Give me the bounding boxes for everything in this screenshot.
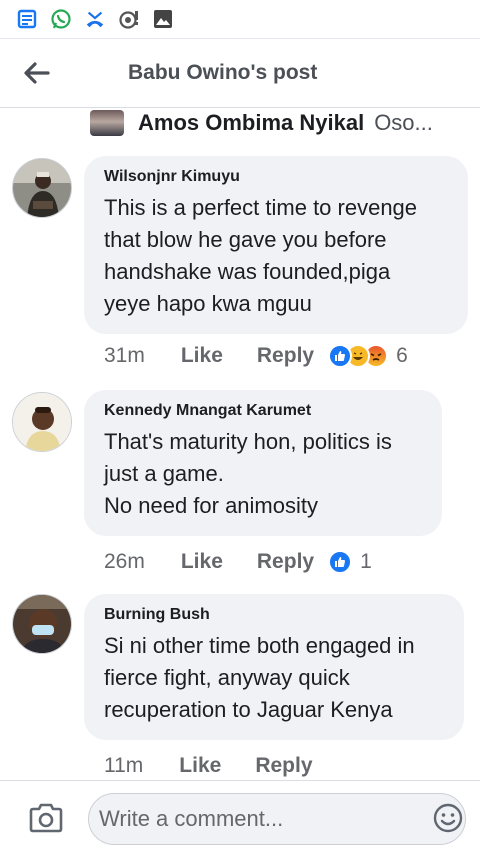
like-button[interactable]: Like (181, 550, 223, 574)
like-reaction-icon (328, 550, 353, 574)
comment-timestamp: 11m (104, 754, 144, 777)
comment-input[interactable]: Write a comment... (88, 793, 466, 845)
reactions-summary[interactable]: 6 (328, 344, 408, 368)
comment-bubble: Burning Bush Si ni other time both engag… (84, 594, 464, 740)
comment-author[interactable]: Kennedy Mnangat Karumet (104, 402, 422, 420)
avatar[interactable] (12, 594, 72, 654)
smiley-icon (433, 803, 463, 833)
comment-composer: Write a comment... (0, 780, 480, 854)
comments-list: Amos Ombima Nyikal Oso... Wilsonjnr Kimu… (0, 108, 480, 780)
reply-button[interactable]: Reply (257, 550, 314, 574)
reply-text: Oso... (374, 110, 433, 135)
comment-actions: 31m Like Reply 6 (104, 344, 408, 368)
comment-bubble: Kennedy Mnangat Karumet That's maturity … (84, 390, 442, 536)
comment-timestamp: 31m (104, 344, 145, 367)
avatar (90, 110, 124, 136)
camera-button[interactable] (24, 796, 68, 840)
like-button[interactable]: Like (181, 344, 223, 368)
reaction-count: 6 (396, 344, 408, 367)
avatar[interactable] (12, 158, 72, 218)
hotspot-icon (118, 8, 140, 30)
emoji-button[interactable] (432, 802, 464, 834)
camera-icon (29, 803, 63, 832)
comment-text: Si ni other time both engaged in fierce … (104, 633, 415, 722)
reply-author-name: Amos Ombima Nyikal (138, 110, 365, 135)
top-app-bar: Babu Owino's post (0, 38, 480, 108)
reply-preview[interactable]: Amos Ombima Nyikal Oso... (90, 108, 433, 138)
whatsapp-icon (50, 8, 72, 30)
like-reaction-icon (328, 344, 353, 368)
comment-author[interactable]: Wilsonjnr Kimuyu (104, 168, 448, 186)
reply-button[interactable]: Reply (255, 754, 312, 778)
comment-bubble: Wilsonjnr Kimuyu This is a perfect time … (84, 156, 468, 334)
arrow-left-icon (24, 62, 50, 84)
comment-timestamp: 26m (104, 550, 145, 573)
comment-author[interactable]: Burning Bush (104, 606, 444, 624)
comment-actions: 11m Like Reply (104, 754, 313, 778)
comment-actions: 26m Like Reply 1 (104, 550, 372, 574)
reply-button[interactable]: Reply (257, 344, 314, 368)
back-button[interactable] (6, 43, 66, 103)
missed-call-icon (84, 8, 106, 30)
like-button[interactable]: Like (179, 754, 221, 778)
avatar[interactable] (12, 392, 72, 452)
page-title: Babu Owino's post (128, 61, 318, 84)
reactions-summary[interactable]: 1 (328, 550, 372, 574)
gallery-icon (152, 8, 174, 30)
news-icon (16, 8, 38, 30)
comment-text: That's maturity hon, politics is just a … (104, 429, 392, 518)
status-bar (0, 0, 480, 38)
comment-text: This is a perfect time to revenge that b… (104, 195, 418, 316)
reaction-count: 1 (360, 550, 372, 573)
